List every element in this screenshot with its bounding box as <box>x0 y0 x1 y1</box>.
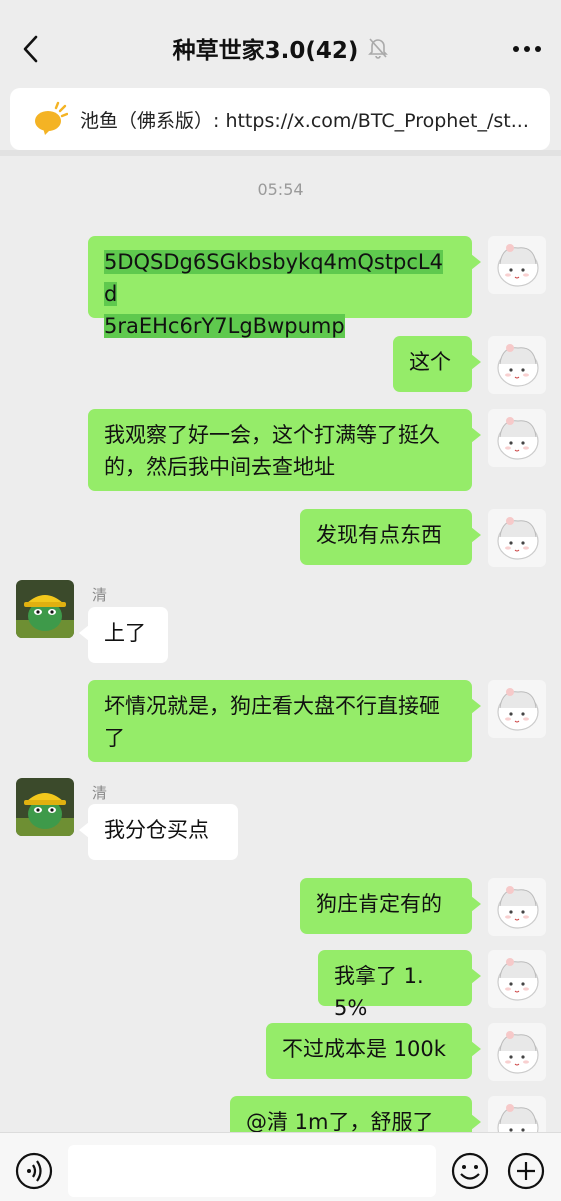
avatar[interactable] <box>16 778 74 836</box>
avatar[interactable] <box>16 580 74 638</box>
megaphone-icon <box>35 101 68 135</box>
message-text: 我观察了好一会，这个打满等了挺久的，然后我中间去查地址 <box>104 423 440 479</box>
avatar[interactable] <box>488 336 546 394</box>
message-text: 上了 <box>104 621 146 645</box>
message-text: 我拿了 1.5% <box>334 964 424 1020</box>
sender-name: 清 <box>92 586 108 604</box>
pinned-text: 池鱼（佛系版）: https://x.com/BTC_Prophet_/st..… <box>80 109 529 132</box>
message-bubble[interactable]: 不过成本是 100k <box>266 1023 481 1079</box>
more-button[interactable] <box>509 32 545 66</box>
emoji-icon[interactable] <box>450 1151 490 1191</box>
message-bubble[interactable]: 我拿了 1.5% <box>318 950 481 1020</box>
avatar[interactable] <box>488 236 546 294</box>
message-text: 不过成本是 100k <box>282 1037 446 1061</box>
message-bubble[interactable]: 我观察了好一会，这个打满等了挺久的，然后我中间去查地址 <box>88 409 481 491</box>
message-bubble[interactable]: 我分仓买点 <box>79 804 238 860</box>
message-bubble[interactable]: 坏情况就是，狗庄看大盘不行直接砸了 <box>88 680 481 762</box>
chat-title: 种草世家3.0(42) <box>172 38 359 64</box>
more-dots-icon <box>513 46 541 52</box>
message-bubble[interactable]: 发现有点东西 <box>300 509 481 565</box>
message-bubble[interactable]: 这个 <box>393 336 481 392</box>
avatar[interactable] <box>488 409 546 467</box>
message-input[interactable] <box>68 1145 436 1197</box>
message-text: @清 1m了，舒服了 <box>246 1110 434 1134</box>
status-bar <box>0 0 561 10</box>
message-text: 5raEHc6rY7LgBwpump <box>104 314 345 338</box>
message-text: 这个 <box>409 350 451 374</box>
divider <box>0 150 561 156</box>
message-bubble[interactable]: 上了 <box>79 607 168 663</box>
message-text: 坏情况就是，狗庄看大盘不行直接砸了 <box>104 694 440 750</box>
plus-circle-icon[interactable] <box>506 1151 546 1191</box>
message-timestamp: 05:54 <box>257 180 304 199</box>
message-text: 我分仓买点 <box>104 818 209 842</box>
avatar[interactable] <box>488 509 546 567</box>
sender-name: 清 <box>92 784 108 802</box>
back-button[interactable] <box>14 32 48 66</box>
bell-off-icon <box>368 38 389 59</box>
pinned-message[interactable]: 池鱼（佛系版）: https://x.com/BTC_Prophet_/st..… <box>10 88 550 150</box>
message-bubble[interactable]: 5DQSDg6SGkbsbykq4mQstpcL4d 5raEHc6rY7LgB… <box>88 236 481 338</box>
input-bar <box>0 1132 561 1201</box>
avatar[interactable] <box>488 950 546 1008</box>
avatar[interactable] <box>488 680 546 738</box>
message-text: 发现有点东西 <box>316 523 442 547</box>
message-bubble[interactable]: 狗庄肯定有的 <box>300 878 481 934</box>
voice-icon[interactable] <box>14 1151 54 1191</box>
message-text: 5DQSDg6SGkbsbykq4mQstpcL4d <box>104 250 443 306</box>
message-text: 狗庄肯定有的 <box>316 892 442 916</box>
avatar[interactable] <box>488 1023 546 1081</box>
avatar[interactable] <box>488 878 546 936</box>
chevron-left-icon <box>23 35 38 63</box>
chat-header: 种草世家3.0(42) <box>0 10 561 86</box>
